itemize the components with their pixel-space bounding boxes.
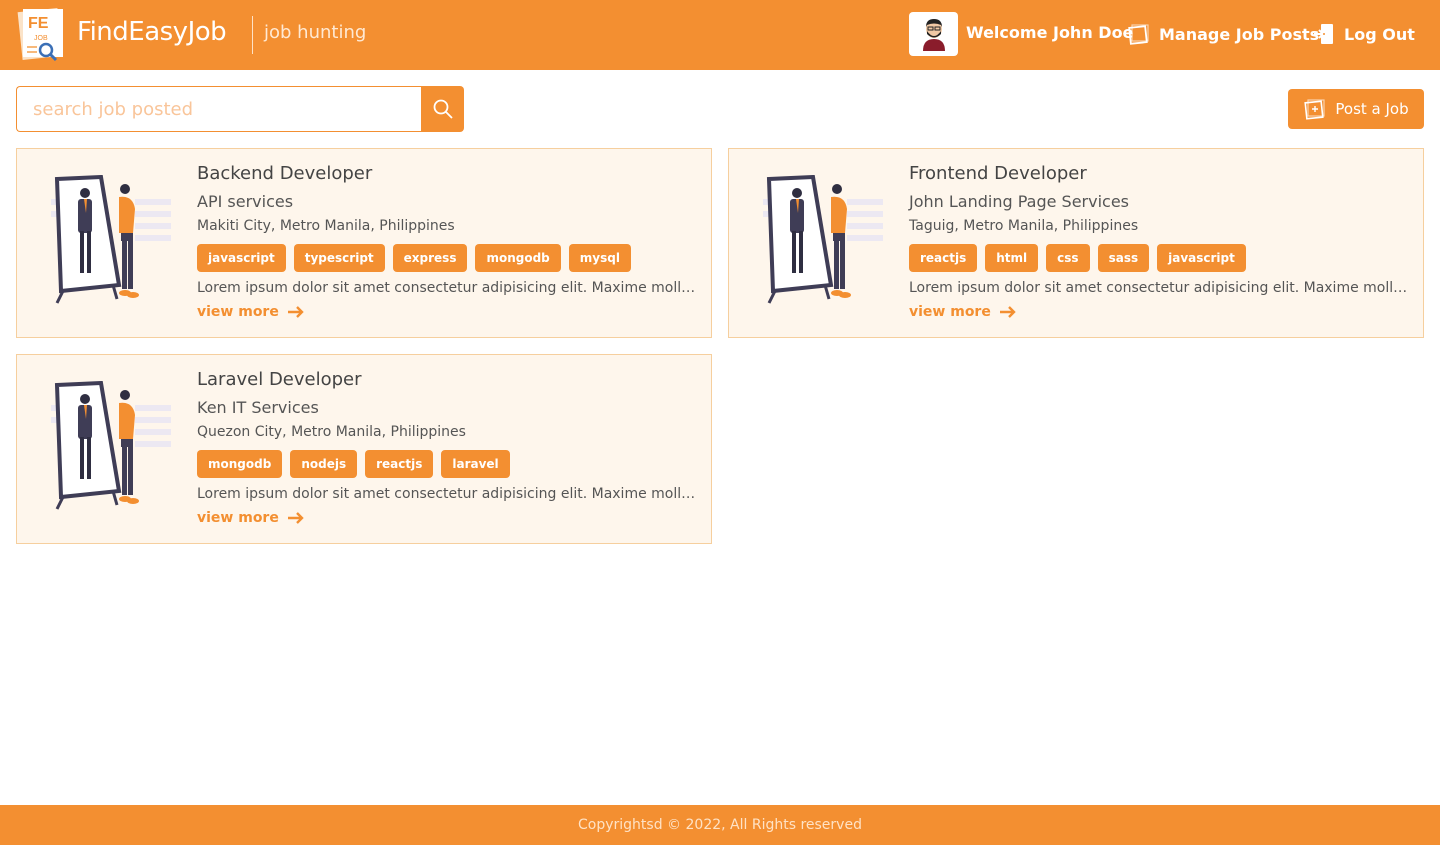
search-icon xyxy=(433,99,453,119)
tag-list: reactjs html css sass javascript xyxy=(909,244,1409,272)
job-card[interactable]: Frontend Developer John Landing Page Serv… xyxy=(728,148,1424,338)
skill-tag[interactable]: html xyxy=(985,244,1039,272)
footer: Copyrightsd © 2022, All Rights reserved xyxy=(0,805,1440,845)
job-description: Lorem ipsum dolor sit amet consectetur a… xyxy=(197,486,697,502)
skill-tag[interactable]: laravel xyxy=(441,450,510,478)
job-card-body: Backend Developer API services Makiti City… xyxy=(197,163,697,320)
job-card-body: Frontend Developer John Landing Page Serv… xyxy=(909,163,1409,320)
brand-divider xyxy=(252,16,253,54)
skill-tag[interactable]: reactjs xyxy=(365,450,434,478)
job-card-body: Laravel Developer Ken IT Services Quezon C… xyxy=(197,369,697,526)
skill-tag[interactable]: express xyxy=(392,244,468,272)
log-out-link[interactable]: Log Out xyxy=(1312,20,1415,48)
search-input[interactable] xyxy=(16,86,421,132)
search-bar xyxy=(16,86,464,132)
logo-text-top: FE xyxy=(28,15,49,32)
job-card[interactable]: Laravel Developer Ken IT Services Quezon C… xyxy=(16,354,712,544)
post-job-button[interactable]: Post a Job xyxy=(1288,89,1424,129)
logo[interactable]: FE JOB xyxy=(16,6,68,62)
post-job-icon xyxy=(1304,99,1325,120)
arrow-right-icon xyxy=(287,306,304,318)
logout-icon xyxy=(1312,22,1336,46)
skill-tag[interactable]: javascript xyxy=(197,244,286,272)
skill-tag[interactable]: css xyxy=(1046,244,1090,272)
manage-job-posts-link[interactable]: Manage Job Posts xyxy=(1127,20,1319,48)
tag-list: mongodb nodejs reactjs laravel xyxy=(197,450,697,478)
job-description: Lorem ipsum dolor sit amet consectetur a… xyxy=(197,280,697,296)
view-more-label: view more xyxy=(197,510,279,526)
job-description: Lorem ipsum dolor sit amet consectetur a… xyxy=(909,280,1409,296)
manage-posts-icon xyxy=(1127,22,1151,46)
skill-tag[interactable]: mysql xyxy=(568,244,631,272)
job-company: Ken IT Services xyxy=(197,398,319,417)
view-more-link[interactable]: view more xyxy=(197,510,305,526)
copyright-text: Copyrightsd © 2022, All Rights reserved xyxy=(578,817,862,833)
search-button[interactable] xyxy=(421,86,464,132)
logout-label: Log Out xyxy=(1344,24,1415,44)
logo-text-sub: JOB xyxy=(34,35,48,42)
job-title: Backend Developer xyxy=(197,163,373,184)
avatar[interactable] xyxy=(909,12,958,56)
skill-tag[interactable]: typescript xyxy=(293,244,385,272)
tagline: job hunting xyxy=(264,22,367,43)
view-more-link[interactable]: view more xyxy=(197,304,305,320)
skill-tag[interactable]: sass xyxy=(1097,244,1150,272)
job-title: Laravel Developer xyxy=(197,369,362,390)
mirror-illustration xyxy=(49,380,173,515)
view-more-label: view more xyxy=(197,304,279,320)
skill-tag[interactable]: nodejs xyxy=(290,450,358,478)
welcome-text: Welcome John Doe xyxy=(966,23,1134,42)
skill-tag[interactable]: javascript xyxy=(1157,244,1246,272)
mirror-illustration xyxy=(761,174,885,309)
job-company: API services xyxy=(197,192,294,211)
avatar-icon xyxy=(922,19,945,51)
job-location: Makiti City, Metro Manila, Philippines xyxy=(197,218,455,234)
arrow-right-icon xyxy=(287,512,304,524)
job-company: John Landing Page Services xyxy=(909,192,1130,211)
view-more-label: view more xyxy=(909,304,991,320)
arrow-right-icon xyxy=(999,306,1016,318)
manage-posts-label: Manage Job Posts xyxy=(1159,24,1320,44)
job-location: Quezon City, Metro Manila, Philippines xyxy=(197,424,466,440)
job-title: Frontend Developer xyxy=(909,163,1087,184)
tag-list: javascript typescript express mongodb mysql xyxy=(197,244,697,272)
skill-tag[interactable]: reactjs xyxy=(909,244,978,272)
job-location: Taguig, Metro Manila, Philippines xyxy=(909,218,1139,234)
view-more-link[interactable]: view more xyxy=(909,304,1017,320)
mirror-illustration xyxy=(49,174,173,309)
top-navbar: FE JOB FindEasyJob job hunting Welcome J… xyxy=(0,0,1440,70)
skill-tag[interactable]: mongodb xyxy=(197,450,283,478)
brand-name[interactable]: FindEasyJob xyxy=(77,17,227,47)
job-card[interactable]: Backend Developer API services Makiti City… xyxy=(16,148,712,338)
post-job-label: Post a Job xyxy=(1335,100,1409,118)
skill-tag[interactable]: mongodb xyxy=(475,244,561,272)
